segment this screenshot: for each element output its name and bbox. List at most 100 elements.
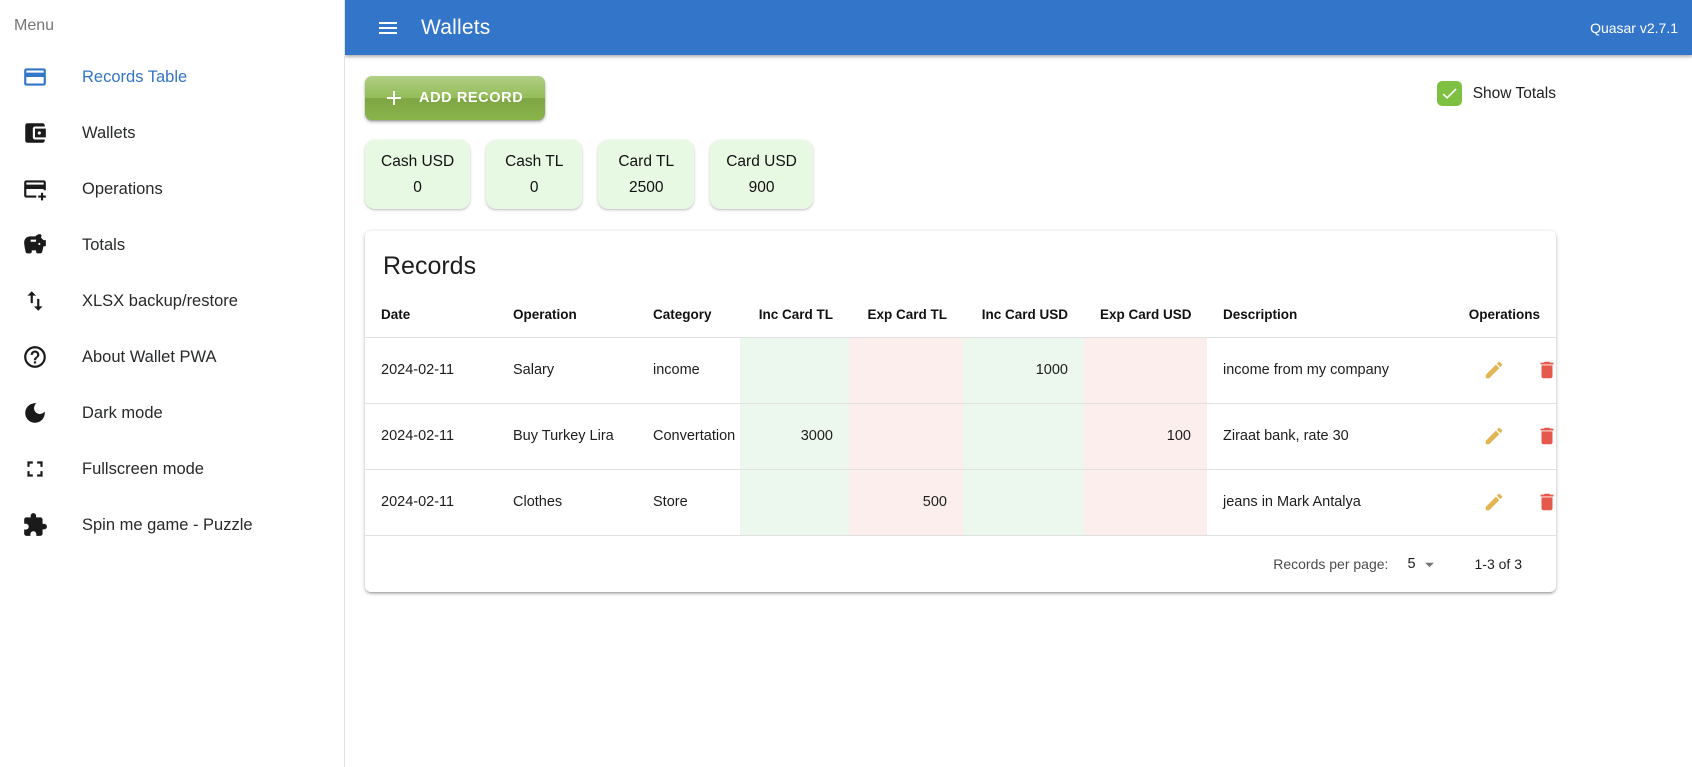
add-record-button[interactable]: ADD RECORD xyxy=(365,76,545,120)
records-card: Records Date Operation Category Inc Card… xyxy=(365,231,1556,592)
checkbox-checked-icon[interactable] xyxy=(1436,81,1462,106)
cell-operations xyxy=(1440,336,1556,403)
cell-exp-card-tl: 500 xyxy=(849,468,963,535)
sidebar-item-dark-mode[interactable]: Dark mode xyxy=(0,385,344,441)
cell-inc-card-usd xyxy=(963,402,1084,469)
pagination-range-label: 1-3 of 3 xyxy=(1474,556,1522,572)
records-table: Date Operation Category Inc Card TL Exp … xyxy=(365,293,1556,535)
delete-record-button[interactable] xyxy=(1536,491,1556,513)
pencil-icon xyxy=(1485,493,1503,511)
cell-operation: Buy Turkey Lira xyxy=(497,402,637,469)
col-header-date[interactable]: Date xyxy=(365,293,497,337)
credit-card-icon xyxy=(22,64,48,90)
moon-icon xyxy=(22,400,48,426)
cell-inc-card-tl: 3000 xyxy=(740,402,849,469)
edit-record-button[interactable] xyxy=(1483,425,1505,447)
sidebar-item-records-table[interactable]: Records Table xyxy=(0,49,344,105)
sidebar-item-fullscreen[interactable]: Fullscreen mode xyxy=(0,441,344,497)
pencil-icon xyxy=(1485,361,1503,379)
wallet-name: Card USD xyxy=(726,153,797,170)
add-record-label: ADD RECORD xyxy=(419,90,524,106)
table-header-row: Date Operation Category Inc Card TL Exp … xyxy=(365,293,1556,337)
records-per-page-select[interactable]: 5 xyxy=(1407,554,1439,575)
sidebar-item-label: XLSX backup/restore xyxy=(82,291,238,310)
table-row: 2024-02-11 Salary income 1000 income fro… xyxy=(365,336,1556,403)
col-header-exp-card-tl[interactable]: Exp Card TL xyxy=(849,293,963,337)
wallet-card-cash-usd: Cash USD 0 xyxy=(365,140,471,209)
sidebar-item-about[interactable]: About Wallet PWA xyxy=(0,329,344,385)
records-per-page-label: Records per page: xyxy=(1273,556,1389,572)
cell-description: jeans in Mark Antalya xyxy=(1207,468,1440,535)
trash-icon xyxy=(1540,494,1554,511)
delete-record-button[interactable] xyxy=(1536,359,1556,381)
page-title: Wallets xyxy=(421,15,491,39)
wallet-value: 0 xyxy=(529,179,539,196)
edit-record-button[interactable] xyxy=(1483,359,1505,381)
cell-exp-card-tl xyxy=(849,402,963,469)
wallet-card-cash-tl: Cash TL 0 xyxy=(486,140,583,209)
sidebar-item-label: Spin me game - Puzzle xyxy=(82,515,253,534)
chevron-down-icon xyxy=(1424,562,1434,567)
trash-icon xyxy=(1540,427,1554,445)
col-header-category[interactable]: Category xyxy=(637,293,740,337)
sidebar-item-xlsx-backup[interactable]: XLSX backup/restore xyxy=(0,273,344,329)
sidebar-item-label: Fullscreen mode xyxy=(82,459,204,478)
wallet-cards-row: Cash USD 0 Cash TL 0 Card TL 2500 Card U… xyxy=(365,140,1556,209)
cell-category: Store xyxy=(637,468,740,535)
sidebar-item-label: About Wallet PWA xyxy=(82,347,217,366)
main-area: ADD RECORD Show Totals Cash USD 0 Cash T… xyxy=(345,55,1692,767)
table-pagination: Records per page: 5 1-3 of 3 xyxy=(365,535,1556,592)
sidebar-item-wallets[interactable]: Wallets xyxy=(0,105,344,161)
wallet-name: Cash USD xyxy=(381,153,455,170)
cell-operation: Clothes xyxy=(497,468,637,535)
wallet-card-card-tl: Card TL 2500 xyxy=(598,140,695,209)
left-drawer: Menu Records Table Wallets Operations To… xyxy=(0,0,345,767)
quasar-version-label: Quasar v2.7.1 xyxy=(1590,19,1678,36)
plus-icon xyxy=(387,91,401,105)
cell-inc-card-usd xyxy=(963,468,1084,535)
wallet-card-card-usd: Card USD 900 xyxy=(710,140,813,209)
col-header-description[interactable]: Description xyxy=(1207,293,1440,337)
sidebar-item-spin-game[interactable]: Spin me game - Puzzle xyxy=(0,497,344,553)
wallet-name: Cash TL xyxy=(505,153,564,170)
table-row: 2024-02-11 Clothes Store 500 jeans in Ma… xyxy=(365,468,1556,535)
pencil-icon xyxy=(1485,427,1503,445)
piggy-bank-icon xyxy=(22,232,48,258)
cell-exp-card-usd: 100 xyxy=(1084,402,1207,469)
cell-description: income from my company xyxy=(1207,336,1440,403)
sidebar-item-label: Operations xyxy=(82,179,163,198)
cell-inc-card-tl xyxy=(740,468,849,535)
table-row: 2024-02-11 Buy Turkey Lira Convertation … xyxy=(365,402,1556,469)
wallet-value: 0 xyxy=(413,179,422,196)
sidebar-item-operations[interactable]: Operations xyxy=(0,161,344,217)
cell-date: 2024-02-11 xyxy=(365,402,497,469)
cell-date: 2024-02-11 xyxy=(365,468,497,535)
show-totals-toggle[interactable]: Show Totals xyxy=(1436,81,1556,106)
app-header: Wallets Quasar v2.7.1 xyxy=(345,0,1692,55)
delete-record-button[interactable] xyxy=(1536,425,1556,447)
col-header-exp-card-usd[interactable]: Exp Card USD xyxy=(1084,293,1207,337)
sidebar-item-totals[interactable]: Totals xyxy=(0,217,344,273)
col-header-inc-card-usd[interactable]: Inc Card USD xyxy=(963,293,1084,337)
cell-operations xyxy=(1440,468,1556,535)
col-header-operations[interactable]: Operations xyxy=(1440,293,1556,337)
records-per-page-value: 5 xyxy=(1407,556,1416,572)
wallet-name: Card TL xyxy=(618,153,675,170)
records-title: Records xyxy=(383,252,477,280)
cell-inc-card-tl xyxy=(740,336,849,403)
wallet-value: 900 xyxy=(748,179,775,196)
sidebar-item-label: Records Table xyxy=(82,67,188,86)
sidebar-item-label: Wallets xyxy=(82,123,136,142)
help-icon xyxy=(22,344,48,370)
sidebar-item-label: Totals xyxy=(82,235,126,254)
col-header-inc-card-tl[interactable]: Inc Card TL xyxy=(740,293,849,337)
drawer-menu-label: Menu xyxy=(14,17,55,34)
col-header-operation[interactable]: Operation xyxy=(497,293,637,337)
edit-record-button[interactable] xyxy=(1483,491,1505,513)
cell-operations xyxy=(1440,402,1556,469)
hamburger-icon[interactable] xyxy=(368,8,408,48)
cell-category: income xyxy=(637,336,740,403)
cell-description: Ziraat bank, rate 30 xyxy=(1207,402,1440,469)
import-export-icon xyxy=(22,288,48,314)
show-totals-label: Show Totals xyxy=(1472,84,1556,102)
